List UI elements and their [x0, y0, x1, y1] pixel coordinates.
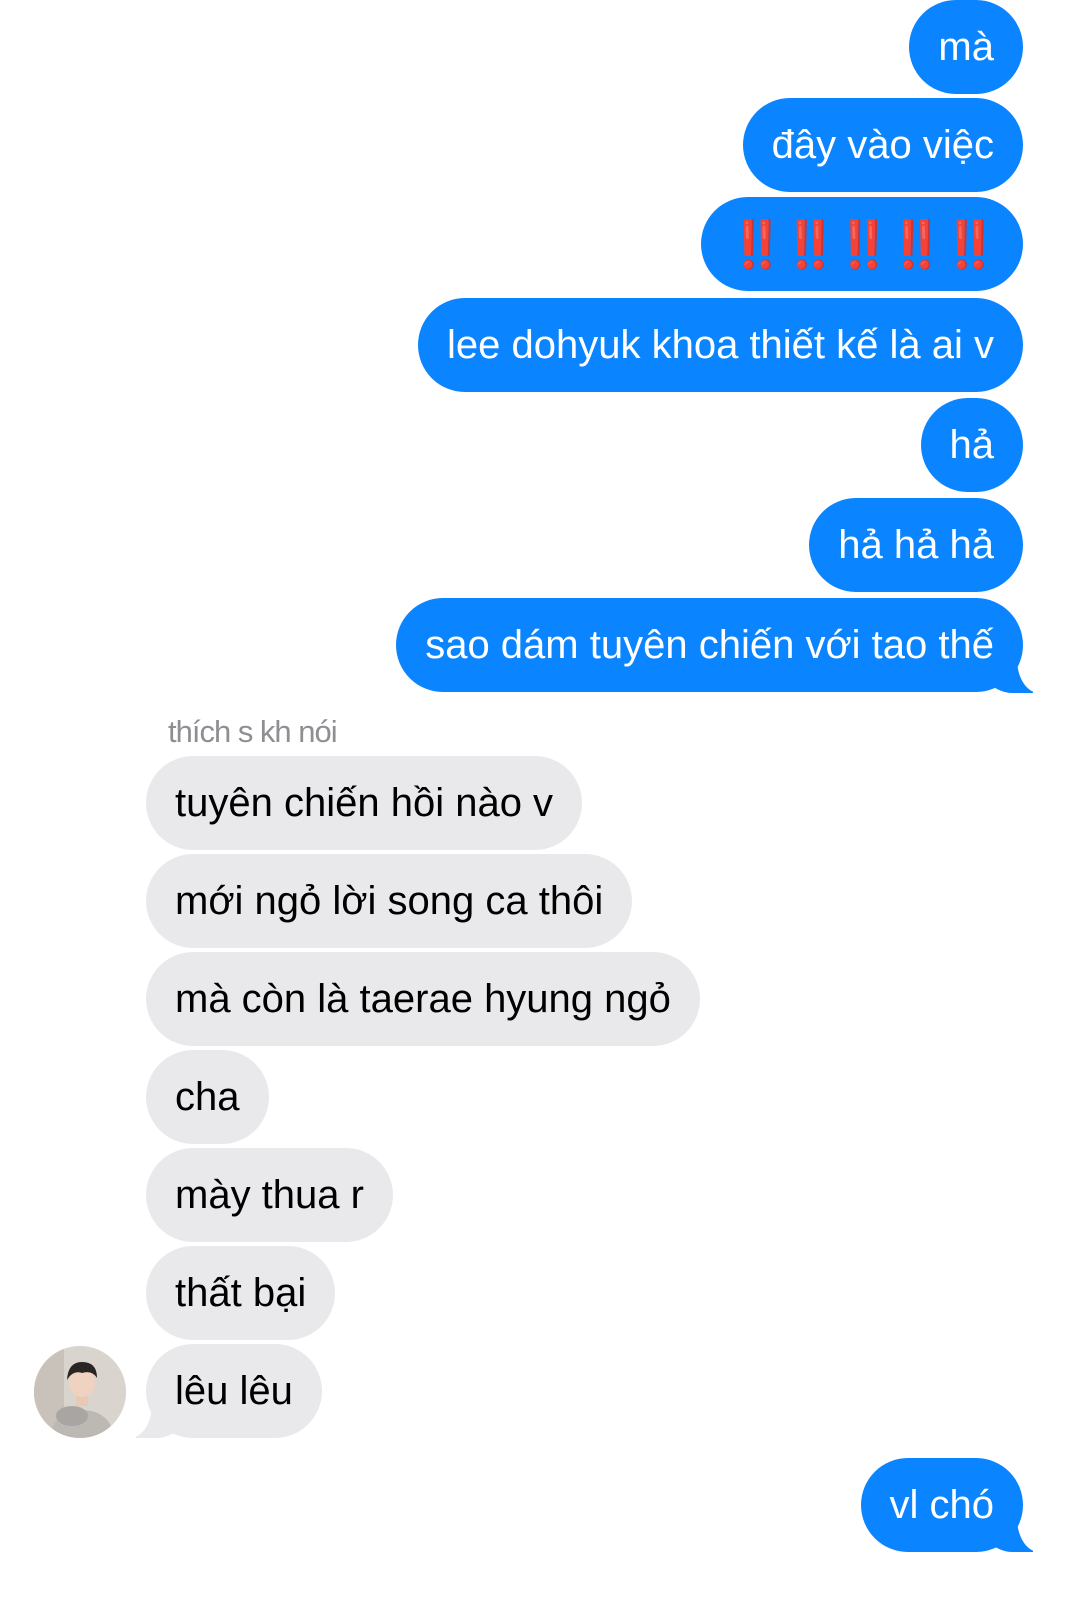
- message-text: hả: [949, 423, 995, 467]
- outgoing-message[interactable]: đây vào việc: [742, 98, 1023, 192]
- message-text: lêu lêu: [175, 1369, 293, 1413]
- message-text: vl chó: [889, 1483, 995, 1527]
- outgoing-message[interactable]: sao dám tuyên chiến với tao thế: [396, 598, 1023, 692]
- incoming-message[interactable]: cha: [146, 1050, 269, 1144]
- outgoing-message[interactable]: hả hả hả: [809, 498, 1023, 592]
- incoming-message[interactable]: mới ngỏ lời song ca thôi: [146, 854, 633, 948]
- message-text: cha: [175, 1075, 240, 1119]
- outgoing-message[interactable]: lee dohyuk khoa thiết kế là ai v: [417, 298, 1023, 392]
- message-text: tuyên chiến hồi nào v: [175, 781, 554, 825]
- message-text: đây vào việc: [771, 123, 994, 167]
- contact-avatar[interactable]: [34, 1346, 126, 1438]
- message-text: lee dohyuk khoa thiết kế là ai v: [446, 323, 994, 367]
- double-exclamation-icon: ‼️‼️‼️‼️‼️: [728, 218, 999, 270]
- message-text: mà còn là taerae hyung ngỏ: [175, 977, 671, 1021]
- incoming-message[interactable]: thất bại: [146, 1246, 336, 1340]
- incoming-message[interactable]: tuyên chiến hồi nào v: [146, 756, 583, 850]
- incoming-message[interactable]: lêu lêu: [146, 1344, 322, 1438]
- outgoing-message[interactable]: vl chó: [860, 1458, 1023, 1552]
- outgoing-message[interactable]: ‼️‼️‼️‼️‼️: [700, 197, 1023, 291]
- contact-photo-icon: [34, 1346, 126, 1438]
- message-text: sao dám tuyên chiến với tao thế: [425, 623, 994, 667]
- message-text: mày thua r: [175, 1173, 364, 1217]
- sender-name: thích s kh nói: [168, 714, 338, 749]
- incoming-message[interactable]: mày thua r: [146, 1148, 393, 1242]
- message-text: mà: [938, 25, 994, 69]
- outgoing-message[interactable]: mà: [909, 0, 1023, 94]
- message-text: mới ngỏ lời song ca thôi: [175, 879, 604, 923]
- message-text: hả hả hả: [838, 523, 994, 567]
- incoming-message[interactable]: mà còn là taerae hyung ngỏ: [146, 952, 700, 1046]
- message-thread[interactable]: mà đây vào việc ‼️‼️‼️‼️‼️ lee dohyuk kh…: [0, 0, 1080, 1599]
- message-text: thất bại: [175, 1271, 307, 1315]
- outgoing-message[interactable]: hả: [920, 398, 1023, 492]
